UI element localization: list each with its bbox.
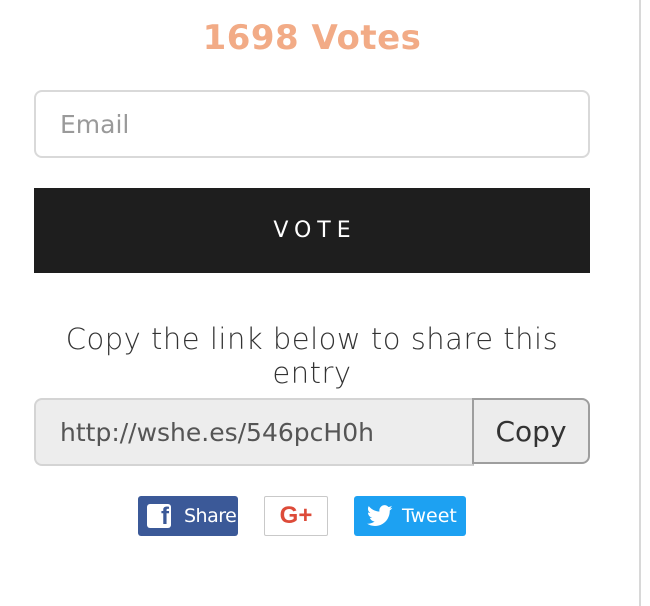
google-plus-icon: G+ — [279, 502, 313, 529]
twitter-tweet-button[interactable]: Tweet — [354, 496, 466, 536]
facebook-icon: f — [147, 504, 171, 529]
share-instructions: Copy the link below to share this entry — [65, 322, 559, 390]
vote-button[interactable]: VOTE — [34, 188, 590, 273]
google-plus-share-button[interactable]: G+ — [264, 496, 328, 536]
facebook-share-label: Share — [184, 505, 237, 527]
email-input[interactable] — [34, 90, 590, 158]
copy-link-button[interactable]: Copy — [472, 398, 590, 464]
vote-count: 1698 Votes — [202, 18, 422, 58]
twitter-bird-icon — [367, 505, 393, 526]
facebook-share-button[interactable]: f Share — [138, 496, 238, 536]
twitter-tweet-label: Tweet — [402, 505, 457, 527]
share-link-field[interactable] — [34, 398, 474, 466]
panel-right-border — [639, 0, 641, 606]
